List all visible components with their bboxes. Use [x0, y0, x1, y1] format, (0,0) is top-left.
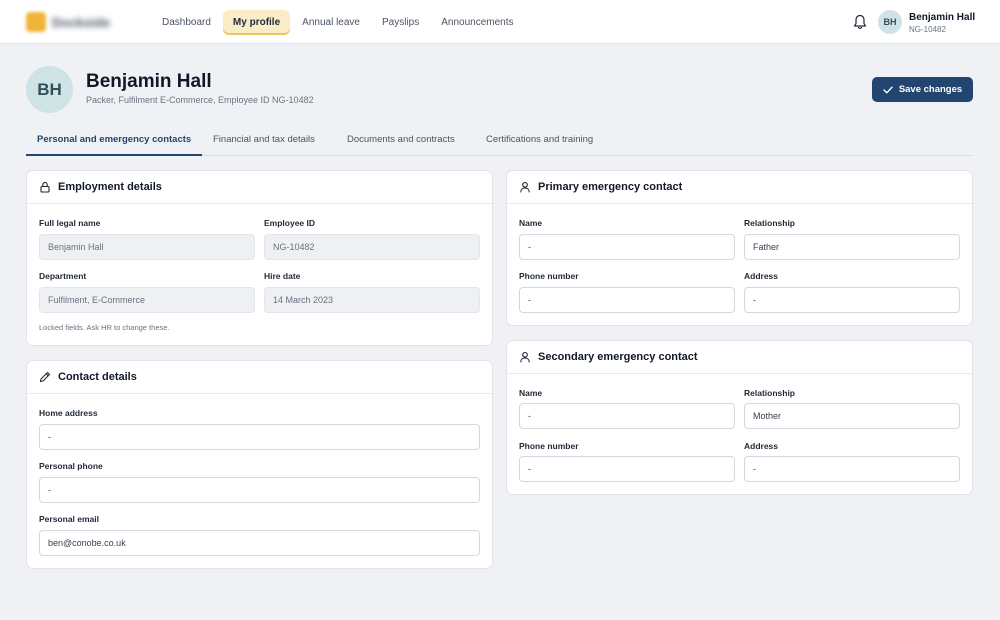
card-header: Contact details: [27, 361, 492, 394]
brand-mark: [26, 12, 46, 32]
card-title: Secondary emergency contact: [538, 351, 698, 363]
profile-tabs: Personal and emergency contacts Financia…: [26, 130, 972, 156]
pencil-icon: [39, 371, 51, 383]
user-name[interactable]: Benjamin Hall: [909, 12, 975, 23]
locked-fields-note: Locked fields. Ask HR to change these.: [39, 323, 170, 332]
profile-avatar: BH: [26, 66, 73, 113]
check-icon: [883, 86, 893, 93]
tab-certifications-training[interactable]: Certifications and training: [475, 130, 604, 155]
hire-date-field: 14 March 2023: [264, 287, 480, 313]
secondary-phone-input[interactable]: -: [519, 456, 735, 482]
card-header: Secondary emergency contact: [507, 341, 972, 374]
user-avatar[interactable]: BH: [878, 10, 902, 34]
personal-phone-input[interactable]: -: [39, 477, 480, 503]
secondary-address-input[interactable]: -: [744, 456, 960, 482]
personal-email-label: Personal email: [39, 514, 100, 524]
nav-item-announcements[interactable]: Announcements: [431, 10, 523, 35]
primary-relationship-input[interactable]: Father: [744, 234, 960, 260]
page-title: Benjamin Hall: [86, 71, 212, 92]
contact-details-card: Contact details Home address - Personal …: [26, 360, 493, 569]
person-icon: [520, 181, 530, 193]
tab-financial-tax[interactable]: Financial and tax details: [202, 130, 326, 155]
personal-phone-label: Personal phone: [39, 461, 103, 471]
secondary-emergency-contact-card: Secondary emergency contact Name - Relat…: [506, 340, 973, 495]
full-name-field: Benjamin Hall: [39, 234, 255, 260]
save-changes-label: Save changes: [898, 84, 963, 95]
bell-icon[interactable]: [853, 14, 867, 30]
nav-item-dashboard[interactable]: Dashboard: [152, 10, 221, 35]
department-field: Fulfilment, E-Commerce: [39, 287, 255, 313]
user-employee-id: NG-10482: [909, 25, 946, 34]
employment-details-card: Employment details Full legal name Benja…: [26, 170, 493, 346]
card-title: Employment details: [58, 181, 162, 193]
home-address-input[interactable]: -: [39, 424, 480, 450]
brand-logo[interactable]: Dockside: [26, 12, 110, 32]
primary-name-label: Name: [519, 218, 543, 228]
primary-relationship-label: Relationship: [744, 218, 796, 228]
card-title: Contact details: [58, 371, 137, 383]
top-navigation-bar: Dockside Dashboard My profile Annual lea…: [0, 0, 1000, 44]
home-address-label: Home address: [39, 408, 98, 418]
lock-icon: [40, 181, 50, 193]
secondary-relationship-input[interactable]: Mother: [744, 403, 960, 429]
card-header: Primary emergency contact: [507, 171, 972, 204]
nav-item-annual-leave[interactable]: Annual leave: [292, 10, 370, 35]
primary-emergency-contact-card: Primary emergency contact Name - Relatio…: [506, 170, 973, 326]
secondary-name-input[interactable]: -: [519, 403, 735, 429]
primary-phone-input[interactable]: -: [519, 287, 735, 313]
hire-date-label: Hire date: [264, 271, 301, 281]
nav-item-payslips[interactable]: Payslips: [372, 10, 429, 35]
secondary-name-label: Name: [519, 388, 543, 398]
employee-id-field: NG-10482: [264, 234, 480, 260]
employee-id-label: Employee ID: [264, 218, 316, 228]
primary-address-input[interactable]: -: [744, 287, 960, 313]
save-changes-button[interactable]: Save changes: [872, 77, 973, 102]
card-title: Primary emergency contact: [538, 181, 683, 193]
primary-address-label: Address: [744, 271, 779, 281]
tab-documents-contracts[interactable]: Documents and contracts: [336, 130, 466, 155]
department-label: Department: [39, 271, 87, 281]
secondary-address-label: Address: [744, 441, 779, 451]
card-header: Employment details: [27, 171, 492, 204]
person-icon: [520, 351, 530, 363]
primary-phone-label: Phone number: [519, 271, 579, 281]
tab-personal-emergency[interactable]: Personal and emergency contacts: [26, 130, 203, 156]
main-nav: Dashboard My profile Annual leave Paysli…: [152, 10, 524, 35]
full-name-label: Full legal name: [39, 218, 101, 228]
personal-email-input[interactable]: ben@conobe.co.uk: [39, 530, 480, 556]
secondary-phone-label: Phone number: [519, 441, 579, 451]
nav-item-my-profile[interactable]: My profile: [222, 10, 291, 35]
primary-name-input[interactable]: -: [519, 234, 735, 260]
brand-name: Dockside: [52, 14, 110, 30]
secondary-relationship-label: Relationship: [744, 388, 796, 398]
profile-subtitle: Packer, Fulfilment E-Commerce, Employee …: [86, 95, 314, 105]
